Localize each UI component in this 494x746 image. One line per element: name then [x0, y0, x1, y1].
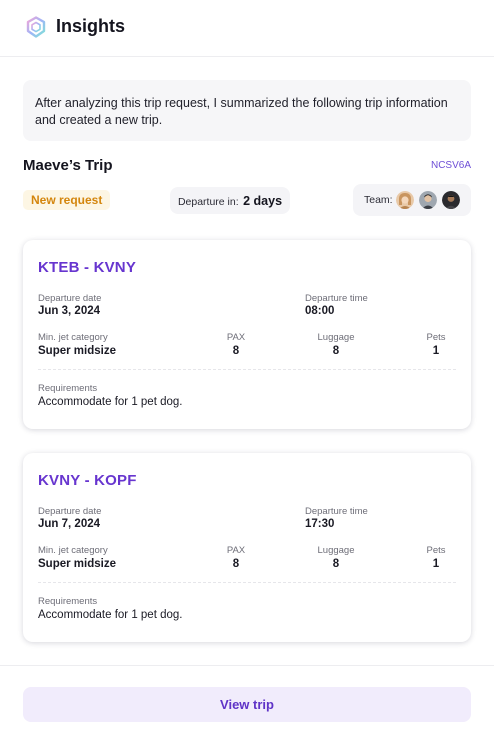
pets-label: Pets	[426, 332, 446, 343]
departure-countdown-label: Departure in:	[177, 196, 239, 208]
departure-date-label: Departure date	[38, 506, 102, 517]
requirements-value: Accommodate for 1 pet dog.	[38, 609, 183, 621]
requirements-label: Requirements	[38, 383, 98, 394]
status-badge: New request	[23, 190, 111, 210]
requirements-label: Requirements	[38, 596, 98, 607]
pax-label: PAX	[226, 332, 246, 343]
pax-value: 8	[232, 345, 240, 357]
departure-countdown: Departure in: 2 days	[170, 187, 290, 214]
app-header: Insights	[0, 0, 494, 57]
pax-label: PAX	[226, 545, 246, 556]
departure-time-value: 17:30	[305, 518, 335, 530]
pets-value: 1	[432, 558, 440, 570]
leg-route: KTEB - KVNY	[38, 259, 137, 276]
divider	[38, 582, 456, 583]
summary-message: After analyzing this trip request, I sum…	[23, 80, 471, 141]
luggage-value: 8	[332, 558, 340, 570]
footer-divider	[0, 665, 494, 666]
insights-logo-icon	[26, 16, 46, 38]
luggage-value: 8	[332, 345, 340, 357]
pets-value: 1	[432, 345, 440, 357]
app-title: Insights	[56, 16, 126, 36]
jet-category-label: Min. jet category	[38, 545, 108, 556]
trip-leg-card[interactable]: KVNY - KOPF Departure date Jun 7, 2024 D…	[23, 453, 471, 642]
avatar[interactable]	[442, 191, 460, 209]
trip-title: Maeve’s Trip	[23, 157, 113, 174]
luggage-label: Luggage	[317, 332, 355, 343]
departure-date-value: Jun 3, 2024	[38, 305, 101, 317]
jet-category-label: Min. jet category	[38, 332, 108, 343]
departure-time-value: 08:00	[305, 305, 335, 317]
departure-time-label: Departure time	[305, 506, 368, 517]
jet-category-value: Super midsize	[38, 345, 116, 357]
pax-value: 8	[232, 558, 240, 570]
trip-code[interactable]: NCSV6A	[431, 160, 471, 171]
departure-time-label: Departure time	[305, 293, 368, 304]
avatar[interactable]	[419, 191, 437, 209]
departure-date-label: Departure date	[38, 293, 102, 304]
pets-label: Pets	[426, 545, 446, 556]
team-label: Team:	[364, 194, 393, 206]
departure-date-value: Jun 7, 2024	[38, 518, 101, 530]
team-members[interactable]: Team:	[353, 184, 471, 216]
luggage-label: Luggage	[317, 545, 355, 556]
divider	[38, 369, 456, 370]
jet-category-value: Super midsize	[38, 558, 116, 570]
requirements-value: Accommodate for 1 pet dog.	[38, 396, 183, 408]
view-trip-button[interactable]: View trip	[23, 687, 471, 722]
trip-leg-card[interactable]: KTEB - KVNY Departure date Jun 3, 2024 D…	[23, 240, 471, 429]
departure-countdown-value: 2 days	[243, 194, 283, 208]
leg-route: KVNY - KOPF	[38, 472, 137, 489]
avatar[interactable]	[396, 191, 414, 209]
